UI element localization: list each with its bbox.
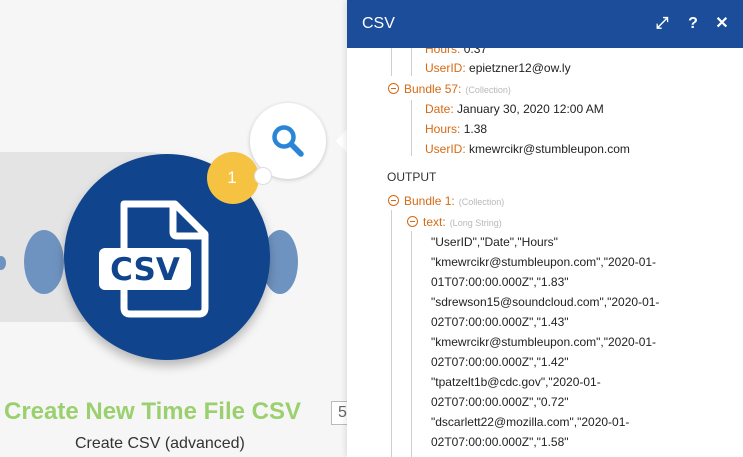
text-field-toggle[interactable]: text: (Long String) — [407, 215, 502, 229]
bundle-tree[interactable]: Hours: 0.37 UserID: epietzner12@ow.ly Bu… — [347, 48, 743, 457]
field-key: Date: — [425, 102, 454, 116]
output-heading: OUTPUT — [387, 170, 437, 184]
csv-text-line: "kmewrcikr@stumbleupon.com","2020-01- — [431, 335, 657, 349]
collapse-icon[interactable] — [407, 216, 418, 227]
help-icon[interactable]: ? — [683, 13, 703, 35]
csv-file-icon: CSV — [99, 200, 209, 318]
field-value: January 30, 2020 12:00 AM — [457, 102, 604, 116]
bundle-57-toggle[interactable]: Bundle 57: (Collection) — [388, 82, 511, 96]
field-key: Hours: — [425, 122, 461, 136]
close-icon[interactable]: ✕ — [712, 13, 732, 35]
search-icon — [272, 125, 304, 157]
csv-text-line: "sdrewson15@soundcloud.com","2020-01- — [431, 295, 660, 309]
collapse-icon[interactable] — [388, 83, 399, 94]
module-subtitle: Create CSV (advanced) — [75, 435, 245, 452]
output-bundle-toggle[interactable]: Bundle 1: (Collection) — [388, 194, 504, 208]
panel-title: CSV — [362, 15, 395, 32]
bundle-label: Bundle 1: — [404, 194, 455, 208]
operation-count-badge[interactable]: 1 — [207, 152, 259, 204]
input-connector[interactable] — [24, 230, 64, 294]
operation-count: 1 — [227, 168, 237, 187]
field-type: (Long String) — [449, 218, 502, 228]
module-title[interactable]: Create New Time File CSV — [4, 398, 301, 426]
field-key: text: — [423, 215, 446, 229]
field-value: 0.37 — [463, 48, 488, 56]
csv-text-line: "kmewrcikr@stumbleupon.com","2020-01- — [431, 255, 657, 269]
csv-text-line: "UserID","Date","Hours" — [431, 235, 558, 249]
field-row: Hours: 1.38 — [425, 122, 487, 136]
csv-text-line: 02T07:00:00.000Z","0.72" — [431, 395, 569, 409]
field-value: epietzner12@ow.ly — [469, 61, 571, 75]
csv-text-line: 02T07:00:00.000Z","1.43" — [431, 315, 569, 329]
field-key: Hours: — [425, 48, 461, 56]
expand-icon[interactable]: ⤢ — [652, 13, 672, 35]
bundle-type: (Collection) — [458, 197, 505, 207]
field-key: UserID: — [425, 142, 466, 156]
inspector-panel: CSV ⤢ ? ✕ Hours: 0.37 UserID: epietzner1… — [347, 0, 743, 457]
csv-text-line: "dscarlett22@mozilla.com","2020-01- — [431, 415, 630, 429]
scenario-canvas: CSV 1 Create New Time File CSV 5 Create … — [0, 0, 347, 457]
field-row: Hours: 0.37 — [425, 48, 487, 56]
field-value: 1.38 — [463, 122, 488, 136]
csv-text-line: 01T07:00:00.000Z","1.83" — [431, 275, 569, 289]
panel-header: CSV ⤢ ? ✕ — [347, 0, 743, 48]
csv-text-line: 02T07:00:00.000Z","1.58" — [431, 435, 569, 449]
csv-icon-label: CSV — [110, 252, 180, 288]
field-row: UserID: kmewrcikr@stumbleupon.com — [425, 142, 630, 156]
field-value: kmewrcikr@stumbleupon.com — [469, 142, 630, 156]
collapse-icon[interactable] — [388, 195, 399, 206]
field-row: UserID: epietzner12@ow.ly — [425, 61, 571, 75]
bundle-label: Bundle 57: — [404, 82, 462, 96]
bubble-tail — [254, 167, 272, 185]
csv-text-line: "tpatzelt1b@cdc.gov","2020-01- — [431, 375, 601, 389]
module-id-badge: 5 — [331, 401, 347, 425]
bundle-type: (Collection) — [465, 85, 511, 95]
field-row: Date: January 30, 2020 12:00 AM — [425, 102, 604, 116]
field-key: UserID: — [425, 61, 466, 75]
csv-text-line: 02T07:00:00.000Z","1.42" — [431, 355, 569, 369]
